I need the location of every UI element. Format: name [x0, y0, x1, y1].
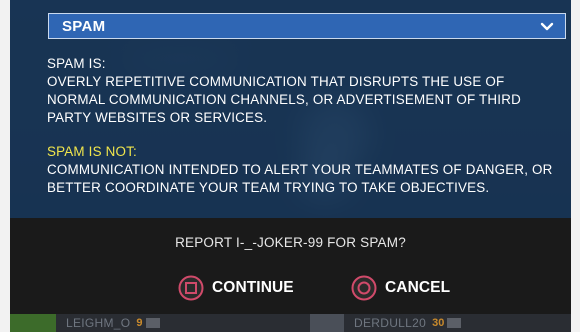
spam-is-not-description: COMMUNICATION INTENDED TO ALERT YOUR TEA…: [47, 162, 553, 195]
continue-button[interactable]: CONTINUE: [178, 275, 294, 301]
report-confirm-bar: REPORT I-_-JOKER-99 FOR SPAM? CONTINUE C…: [10, 218, 571, 314]
report-confirm-question: REPORT I-_-JOKER-99 FOR SPAM?: [175, 235, 406, 250]
cancel-button-label: CANCEL: [385, 279, 451, 296]
spam-is-description: OVERLY REPETITIVE COMMUNICATION THAT DIS…: [47, 74, 521, 125]
dropdown-selected-value: SPAM: [62, 17, 106, 35]
spam-is-title: SPAM IS:: [47, 56, 106, 71]
player-level: 30: [432, 317, 445, 329]
continue-button-label: CONTINUE: [212, 279, 294, 296]
screen-border-left: [0, 0, 10, 332]
report-definition-panel: SPAM SPAM IS: OVERLY REPETITIVE COMMUNIC…: [10, 0, 571, 218]
cancel-button[interactable]: CANCEL: [351, 275, 450, 301]
rank-badge-icon: [145, 318, 160, 328]
scoreboard-strip: LEIGHM_O 9 DERDULL20 30: [10, 314, 571, 332]
avatar: [10, 314, 56, 332]
screen-border-right: [571, 0, 580, 332]
square-button-icon: [178, 275, 204, 301]
report-category-dropdown[interactable]: SPAM: [48, 13, 566, 39]
player-level: 9: [136, 317, 143, 329]
player-name: DERDULL20: [354, 316, 427, 330]
rank-badge-icon: [447, 318, 462, 328]
scoreboard-player-right: DERDULL20 30: [310, 314, 462, 332]
avatar: [310, 314, 344, 332]
spam-is-not-title: SPAM IS NOT:: [47, 144, 137, 159]
player-name: LEIGHM_O: [66, 316, 131, 330]
scoreboard-player-left: LEIGHM_O 9: [10, 314, 160, 332]
circle-button-icon: [351, 275, 377, 301]
chevron-down-icon: [540, 22, 554, 31]
